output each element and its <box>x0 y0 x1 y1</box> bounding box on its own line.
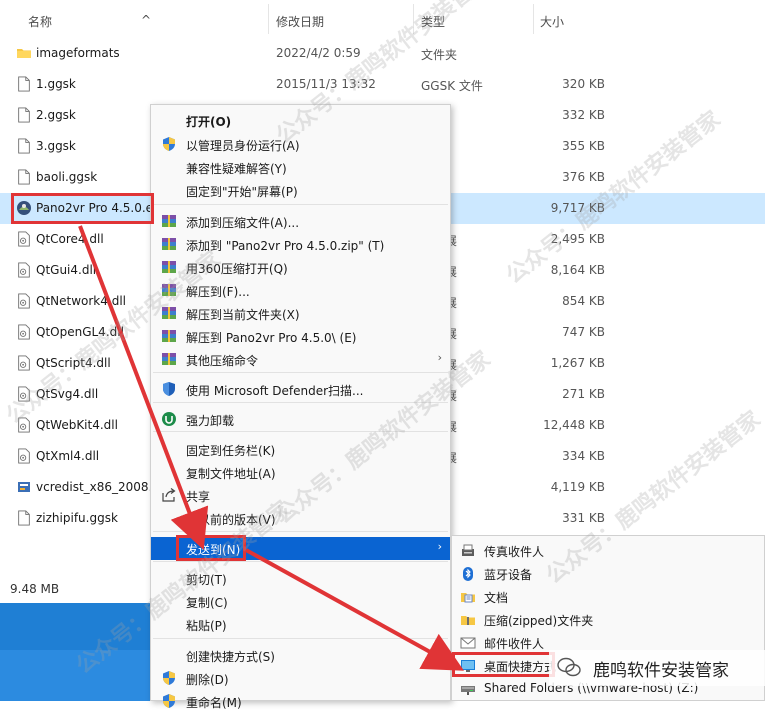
brand-name: 鹿鸣软件安装管家 <box>593 661 729 681</box>
annotation-arrows <box>78 225 464 671</box>
arrow-send-to-to-desktop <box>245 548 464 671</box>
wechat-icon <box>557 657 581 677</box>
brand-badge: 鹿鸣软件安装管家 <box>549 650 765 686</box>
arrow-file-to-send-to <box>78 225 209 550</box>
